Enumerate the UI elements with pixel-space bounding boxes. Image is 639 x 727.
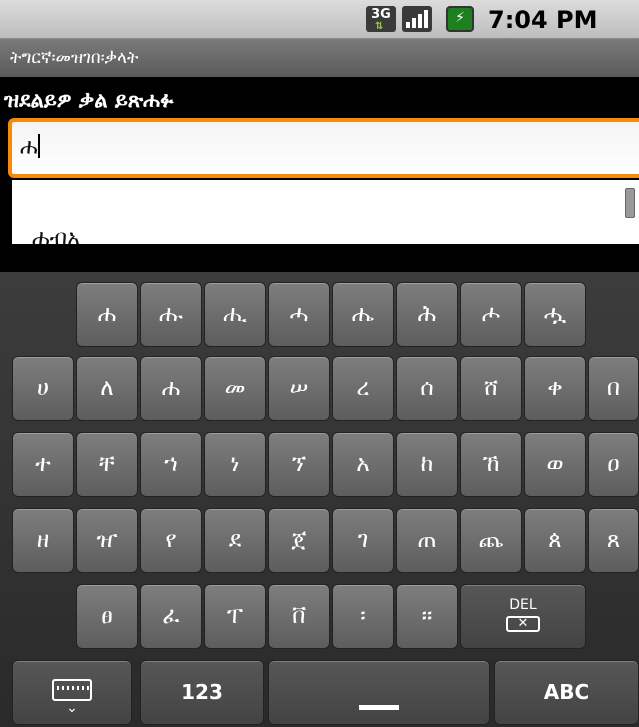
key-row2-2[interactable]: ለ xyxy=(76,356,138,421)
search-input[interactable]: ሐ xyxy=(8,118,639,178)
key-row2-1[interactable]: ሀ xyxy=(12,356,74,421)
key-row4-4[interactable]: ደ xyxy=(204,508,266,573)
delete-key-label: DEL xyxy=(509,597,537,613)
key-row2-8[interactable]: ሸ xyxy=(460,356,522,421)
suggestion-item[interactable]: ሐብአ xyxy=(32,226,80,244)
key-row3-7[interactable]: ከ xyxy=(396,432,458,497)
key-row4-8[interactable]: ጨ xyxy=(460,508,522,573)
key-row5-2[interactable]: ፈ xyxy=(140,584,202,649)
soft-keyboard: ሐ ሑ ሒ ሓ ሔ ሕ ሖ ሗ ሀ ለ ሐ መ ሠ ረ ሰ ሸ ቀ በ ተ ቸ … xyxy=(0,272,639,727)
key-row4-10[interactable]: ጸ xyxy=(588,508,639,573)
key-row3-3[interactable]: ኀ xyxy=(140,432,202,497)
3g-icon: 3G xyxy=(366,6,396,32)
key-row2-7[interactable]: ሰ xyxy=(396,356,458,421)
key-row5-6[interactable]: ። xyxy=(396,584,458,649)
key-row1-4[interactable]: ሓ xyxy=(268,282,330,347)
delete-key[interactable]: DEL ✕ xyxy=(460,584,586,649)
signal-strength-icon xyxy=(402,6,432,32)
key-row4-3[interactable]: የ xyxy=(140,508,202,573)
key-row4-5[interactable]: ጀ xyxy=(268,508,330,573)
key-row5-5[interactable]: ፡ xyxy=(332,584,394,649)
key-row4-6[interactable]: ገ xyxy=(332,508,394,573)
battery-charging-icon: ⚡ xyxy=(446,6,474,32)
search-input-value: ሐ xyxy=(20,135,38,160)
space-icon xyxy=(359,705,399,710)
network-type-label: 3G xyxy=(371,7,391,22)
key-row3-6[interactable]: አ xyxy=(332,432,394,497)
key-row1-3[interactable]: ሒ xyxy=(204,282,266,347)
space-key[interactable] xyxy=(268,660,490,725)
key-row3-10[interactable]: ዐ xyxy=(588,432,639,497)
key-row3-8[interactable]: ኸ xyxy=(460,432,522,497)
key-row2-6[interactable]: ረ xyxy=(332,356,394,421)
key-row5-4[interactable]: ቨ xyxy=(268,584,330,649)
key-row2-3[interactable]: ሐ xyxy=(140,356,202,421)
key-row5-3[interactable]: ፐ xyxy=(204,584,266,649)
key-row4-2[interactable]: ዠ xyxy=(76,508,138,573)
app-title: ትግርኛ፡መዝገበ፡ቃላት xyxy=(0,39,639,77)
keyboard-switch-key[interactable]: ⌄ xyxy=(12,660,132,725)
keyboard-icon xyxy=(52,679,92,701)
key-row1-7[interactable]: ሖ xyxy=(460,282,522,347)
key-row1-5[interactable]: ሔ xyxy=(332,282,394,347)
key-row1-2[interactable]: ሑ xyxy=(140,282,202,347)
backspace-icon: ✕ xyxy=(506,616,540,632)
key-row5-1[interactable]: ፀ xyxy=(76,584,138,649)
key-row4-9[interactable]: ጰ xyxy=(524,508,586,573)
status-time: 7:04 PM xyxy=(488,6,598,34)
key-row3-4[interactable]: ነ xyxy=(204,432,266,497)
key-row3-2[interactable]: ቸ xyxy=(76,432,138,497)
dropdown-scrollbar[interactable] xyxy=(625,188,635,218)
key-row1-6[interactable]: ሕ xyxy=(396,282,458,347)
key-row2-9[interactable]: ቀ xyxy=(524,356,586,421)
key-row2-10[interactable]: በ xyxy=(588,356,639,421)
key-row1-1[interactable]: ሐ xyxy=(76,282,138,347)
status-bar: 3G ⚡ 7:04 PM xyxy=(0,0,639,39)
key-row4-1[interactable]: ዘ xyxy=(12,508,74,573)
key-row4-7[interactable]: ጠ xyxy=(396,508,458,573)
key-row3-1[interactable]: ተ xyxy=(12,432,74,497)
key-row3-9[interactable]: ወ xyxy=(524,432,586,497)
numbers-key[interactable]: 123 xyxy=(140,660,264,725)
key-row1-8[interactable]: ሗ xyxy=(524,282,586,347)
key-row3-5[interactable]: ኘ xyxy=(268,432,330,497)
chevron-down-icon: ⌄ xyxy=(66,700,78,716)
abc-key[interactable]: ABC xyxy=(494,660,639,725)
key-row2-4[interactable]: መ xyxy=(204,356,266,421)
key-row2-5[interactable]: ሠ xyxy=(268,356,330,421)
search-prompt: ዝደልይዎ ቃል ይጽሐፉ xyxy=(4,88,174,112)
text-cursor xyxy=(37,134,40,158)
suggestion-dropdown: ሐብአ xyxy=(12,180,639,244)
